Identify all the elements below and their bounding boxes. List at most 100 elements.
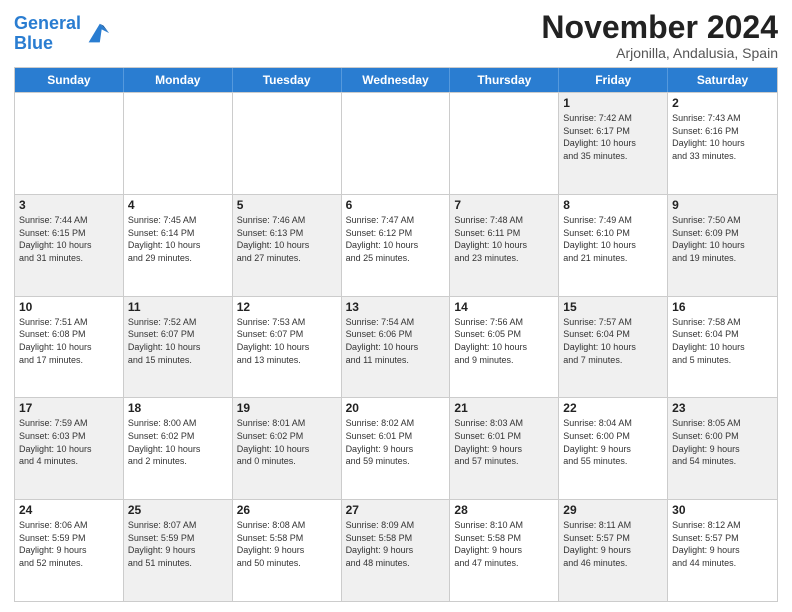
day-number: 6 (346, 198, 446, 212)
day-number: 5 (237, 198, 337, 212)
empty-cell (15, 93, 124, 194)
day-number: 1 (563, 96, 663, 110)
cell-info: Sunrise: 7:59 AM Sunset: 6:03 PM Dayligh… (19, 417, 119, 467)
day-number: 4 (128, 198, 228, 212)
cell-info: Sunrise: 7:42 AM Sunset: 6:17 PM Dayligh… (563, 112, 663, 162)
weekday-header-monday: Monday (124, 68, 233, 92)
day-cell-29: 29 Sunrise: 8:11 AM Sunset: 5:57 PM Dayli… (559, 500, 668, 601)
header: General Blue November 2024 Arjonilla, An… (14, 10, 778, 61)
day-cell-6: 6 Sunrise: 7:47 AM Sunset: 6:12 PM Daylig… (342, 195, 451, 296)
cell-info: Sunrise: 7:43 AM Sunset: 6:16 PM Dayligh… (672, 112, 773, 162)
cal-row-1: 3 Sunrise: 7:44 AM Sunset: 6:15 PM Daylig… (15, 194, 777, 296)
cell-info: Sunrise: 7:47 AM Sunset: 6:12 PM Dayligh… (346, 214, 446, 264)
day-number: 9 (672, 198, 773, 212)
day-cell-18: 18 Sunrise: 8:00 AM Sunset: 6:02 PM Dayli… (124, 398, 233, 499)
day-number: 29 (563, 503, 663, 517)
cal-row-4: 24 Sunrise: 8:06 AM Sunset: 5:59 PM Dayli… (15, 499, 777, 601)
day-number: 15 (563, 300, 663, 314)
calendar: SundayMondayTuesdayWednesdayThursdayFrid… (14, 67, 778, 602)
cell-info: Sunrise: 7:45 AM Sunset: 6:14 PM Dayligh… (128, 214, 228, 264)
cell-info: Sunrise: 8:09 AM Sunset: 5:58 PM Dayligh… (346, 519, 446, 569)
day-number: 22 (563, 401, 663, 415)
cell-info: Sunrise: 7:56 AM Sunset: 6:05 PM Dayligh… (454, 316, 554, 366)
cell-info: Sunrise: 7:50 AM Sunset: 6:09 PM Dayligh… (672, 214, 773, 264)
day-cell-23: 23 Sunrise: 8:05 AM Sunset: 6:00 PM Dayli… (668, 398, 777, 499)
day-cell-16: 16 Sunrise: 7:58 AM Sunset: 6:04 PM Dayli… (668, 297, 777, 398)
cell-info: Sunrise: 7:44 AM Sunset: 6:15 PM Dayligh… (19, 214, 119, 264)
cell-info: Sunrise: 8:10 AM Sunset: 5:58 PM Dayligh… (454, 519, 554, 569)
cell-info: Sunrise: 8:12 AM Sunset: 5:57 PM Dayligh… (672, 519, 773, 569)
day-cell-15: 15 Sunrise: 7:57 AM Sunset: 6:04 PM Dayli… (559, 297, 668, 398)
day-cell-30: 30 Sunrise: 8:12 AM Sunset: 5:57 PM Dayli… (668, 500, 777, 601)
cell-info: Sunrise: 7:57 AM Sunset: 6:04 PM Dayligh… (563, 316, 663, 366)
calendar-header: SundayMondayTuesdayWednesdayThursdayFrid… (15, 68, 777, 92)
day-number: 2 (672, 96, 773, 110)
day-number: 28 (454, 503, 554, 517)
subtitle: Arjonilla, Andalusia, Spain (541, 45, 778, 61)
page: General Blue November 2024 Arjonilla, An… (0, 0, 792, 612)
cal-row-0: 1 Sunrise: 7:42 AM Sunset: 6:17 PM Daylig… (15, 92, 777, 194)
cell-info: Sunrise: 7:53 AM Sunset: 6:07 PM Dayligh… (237, 316, 337, 366)
day-number: 24 (19, 503, 119, 517)
day-cell-26: 26 Sunrise: 8:08 AM Sunset: 5:58 PM Dayli… (233, 500, 342, 601)
day-cell-17: 17Sunrise: 7:59 AM Sunset: 6:03 PM Dayli… (15, 398, 124, 499)
weekday-header-wednesday: Wednesday (342, 68, 451, 92)
cell-info: Sunrise: 7:54 AM Sunset: 6:06 PM Dayligh… (346, 316, 446, 366)
day-number: 23 (672, 401, 773, 415)
day-number: 12 (237, 300, 337, 314)
day-cell-13: 13 Sunrise: 7:54 AM Sunset: 6:06 PM Dayli… (342, 297, 451, 398)
day-number: 25 (128, 503, 228, 517)
day-number: 20 (346, 401, 446, 415)
day-cell-7: 7Sunrise: 7:48 AM Sunset: 6:11 PM Daylig… (450, 195, 559, 296)
logo-text: General Blue (14, 14, 81, 54)
day-number: 10 (19, 300, 119, 314)
day-number: 16 (672, 300, 773, 314)
day-cell-11: 11Sunrise: 7:52 AM Sunset: 6:07 PM Dayli… (124, 297, 233, 398)
cell-info: Sunrise: 7:58 AM Sunset: 6:04 PM Dayligh… (672, 316, 773, 366)
empty-cell (233, 93, 342, 194)
cell-info: Sunrise: 8:08 AM Sunset: 5:58 PM Dayligh… (237, 519, 337, 569)
cell-info: Sunrise: 8:11 AM Sunset: 5:57 PM Dayligh… (563, 519, 663, 569)
weekday-header-saturday: Saturday (668, 68, 777, 92)
day-number: 18 (128, 401, 228, 415)
weekday-header-thursday: Thursday (450, 68, 559, 92)
day-cell-28: 28 Sunrise: 8:10 AM Sunset: 5:58 PM Dayli… (450, 500, 559, 601)
day-number: 30 (672, 503, 773, 517)
cell-info: Sunrise: 8:05 AM Sunset: 6:00 PM Dayligh… (672, 417, 773, 467)
logo: General Blue (14, 14, 111, 54)
day-cell-12: 12 Sunrise: 7:53 AM Sunset: 6:07 PM Dayli… (233, 297, 342, 398)
cell-info: Sunrise: 7:51 AM Sunset: 6:08 PM Dayligh… (19, 316, 119, 366)
cell-info: Sunrise: 8:06 AM Sunset: 5:59 PM Dayligh… (19, 519, 119, 569)
day-number: 11 (128, 300, 228, 314)
day-cell-25: 25Sunrise: 8:07 AM Sunset: 5:59 PM Dayli… (124, 500, 233, 601)
day-number: 26 (237, 503, 337, 517)
cell-info: Sunrise: 7:49 AM Sunset: 6:10 PM Dayligh… (563, 214, 663, 264)
cell-info: Sunrise: 8:01 AM Sunset: 6:02 PM Dayligh… (237, 417, 337, 467)
day-cell-24: 24 Sunrise: 8:06 AM Sunset: 5:59 PM Dayli… (15, 500, 124, 601)
cal-row-3: 17Sunrise: 7:59 AM Sunset: 6:03 PM Dayli… (15, 397, 777, 499)
calendar-body: 1 Sunrise: 7:42 AM Sunset: 6:17 PM Daylig… (15, 92, 777, 601)
day-number: 19 (237, 401, 337, 415)
day-number: 13 (346, 300, 446, 314)
day-cell-2: 2 Sunrise: 7:43 AM Sunset: 6:16 PM Daylig… (668, 93, 777, 194)
cell-info: Sunrise: 8:00 AM Sunset: 6:02 PM Dayligh… (128, 417, 228, 467)
cell-info: Sunrise: 8:04 AM Sunset: 6:00 PM Dayligh… (563, 417, 663, 467)
cell-info: Sunrise: 8:03 AM Sunset: 6:01 PM Dayligh… (454, 417, 554, 467)
day-cell-19: 19 Sunrise: 8:01 AM Sunset: 6:02 PM Dayli… (233, 398, 342, 499)
day-number: 21 (454, 401, 554, 415)
day-cell-5: 5Sunrise: 7:46 AM Sunset: 6:13 PM Daylig… (233, 195, 342, 296)
empty-cell (450, 93, 559, 194)
day-cell-1: 1 Sunrise: 7:42 AM Sunset: 6:17 PM Daylig… (559, 93, 668, 194)
cell-info: Sunrise: 7:48 AM Sunset: 6:11 PM Dayligh… (454, 214, 554, 264)
empty-cell (124, 93, 233, 194)
weekday-header-friday: Friday (559, 68, 668, 92)
logo-icon (83, 20, 111, 48)
day-number: 8 (563, 198, 663, 212)
day-cell-3: 3 Sunrise: 7:44 AM Sunset: 6:15 PM Daylig… (15, 195, 124, 296)
day-cell-4: 4 Sunrise: 7:45 AM Sunset: 6:14 PM Daylig… (124, 195, 233, 296)
day-cell-27: 27Sunrise: 8:09 AM Sunset: 5:58 PM Dayli… (342, 500, 451, 601)
day-cell-9: 9 Sunrise: 7:50 AM Sunset: 6:09 PM Daylig… (668, 195, 777, 296)
day-cell-14: 14Sunrise: 7:56 AM Sunset: 6:05 PM Dayli… (450, 297, 559, 398)
weekday-header-tuesday: Tuesday (233, 68, 342, 92)
day-number: 3 (19, 198, 119, 212)
